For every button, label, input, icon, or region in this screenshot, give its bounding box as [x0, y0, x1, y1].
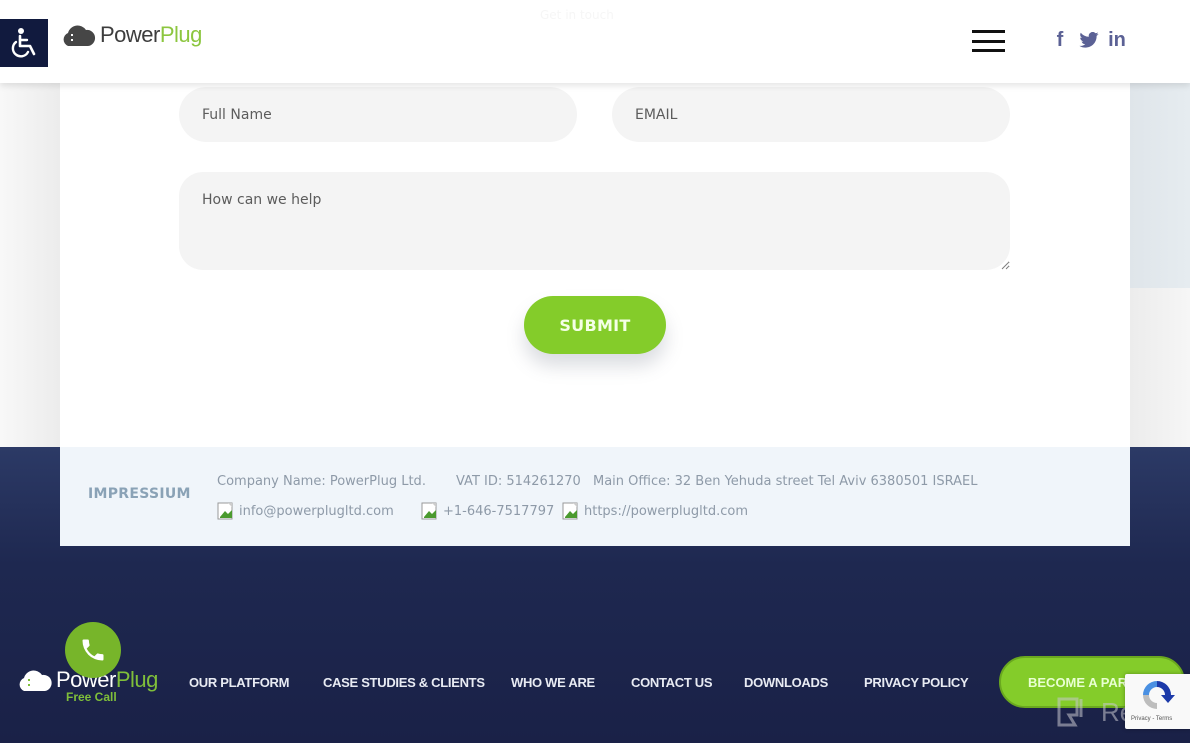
free-call-label: Free Call	[66, 690, 117, 704]
resize-grip-icon[interactable]	[1000, 260, 1010, 270]
page-background-right-lower	[1130, 288, 1190, 447]
footer-nav-who-we-are[interactable]: WHO WE ARE	[511, 675, 595, 690]
recaptcha-icon	[1143, 681, 1175, 709]
footer-nav-privacy-policy[interactable]: PRIVACY POLICY	[864, 675, 969, 690]
full-name-input[interactable]	[179, 87, 577, 142]
phone-text: +1-646-7517797	[443, 503, 555, 519]
footer-nav-downloads[interactable]: DOWNLOADS	[744, 675, 828, 690]
broken-image-icon	[562, 502, 578, 520]
phone-icon	[82, 639, 104, 661]
cloud-plug-icon	[19, 670, 52, 691]
twitter-bird-glyph	[1079, 32, 1099, 48]
email-input[interactable]	[612, 87, 1010, 142]
linkedin-icon[interactable]: in	[1106, 28, 1128, 52]
logo-text: PowerPlug	[100, 22, 202, 47]
facebook-icon[interactable]: f	[1052, 28, 1068, 52]
page-background-right	[1130, 83, 1190, 288]
recaptcha-badge[interactable]: Privacy - Terms	[1125, 674, 1190, 729]
recaptcha-terms-link[interactable]: Privacy - Terms	[1131, 716, 1172, 722]
powerplug-logo[interactable]: PowerPlug	[60, 22, 202, 48]
impressium-bar: IMPRESSIUM Company Name: PowerPlug Ltd. …	[60, 447, 1130, 546]
company-name: Company Name: PowerPlug Ltd.	[217, 474, 426, 489]
website-text: https://powerplugltd.com	[584, 503, 748, 519]
hamburger-line	[972, 30, 1005, 33]
phone-link[interactable]: +1-646-7517797	[421, 502, 554, 520]
message-textarea[interactable]	[179, 172, 1010, 270]
footer-nav-contact-us[interactable]: CONTACT US	[631, 675, 713, 690]
hamburger-line	[972, 39, 1005, 43]
footer-nav-our-platform[interactable]: OUR PLATFORM	[189, 675, 289, 690]
email-link[interactable]: info@powerplugltd.com	[217, 502, 394, 520]
accessibility-button[interactable]	[0, 19, 48, 67]
wheelchair-icon	[11, 28, 36, 58]
footer-nav-case-studies[interactable]: CASE STUDIES & CLIENTS	[323, 675, 485, 690]
email-text: info@powerplugltd.com	[239, 503, 394, 519]
broken-image-icon	[421, 502, 437, 520]
submit-button[interactable]: SUBMIT	[524, 296, 666, 354]
impressium-title: IMPRESSIUM	[88, 486, 191, 502]
twitter-icon[interactable]	[1078, 28, 1100, 52]
website-link[interactable]: https://powerplugltd.com	[562, 502, 748, 520]
page-background-left	[0, 83, 60, 447]
hamburger-line	[972, 49, 1005, 52]
revain-logo-icon	[1057, 697, 1083, 727]
free-call-button[interactable]	[65, 622, 121, 678]
section-title-faded: Get in touch	[540, 8, 614, 22]
site-header: PowerPlug Get in touch f in	[0, 0, 1190, 83]
menu-button[interactable]	[972, 30, 1005, 52]
cloud-plug-icon	[63, 25, 96, 46]
main-office-address: Main Office: 32 Ben Yehuda street Tel Av…	[593, 474, 978, 489]
broken-image-icon	[217, 502, 233, 520]
vat-id: VAT ID: 514261270	[456, 474, 581, 489]
